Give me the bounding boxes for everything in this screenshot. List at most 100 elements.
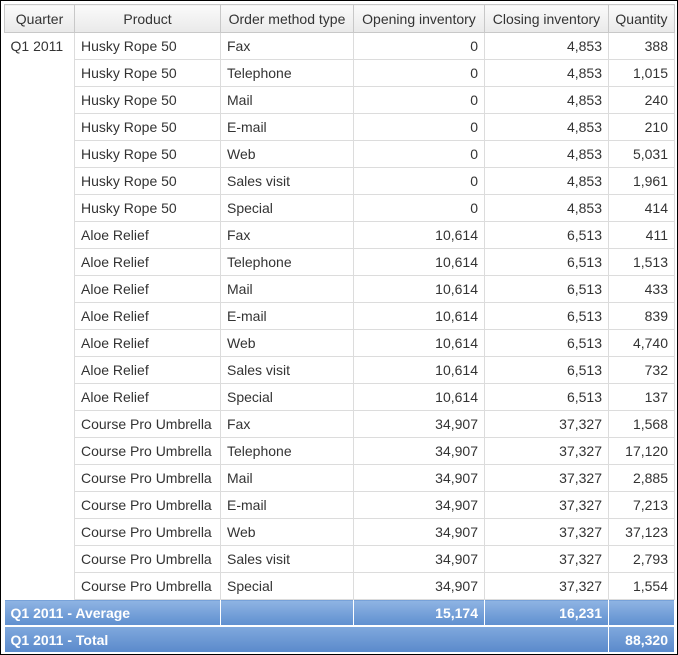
product-cell: Aloe Relief [74, 302, 221, 330]
opening-inventory-cell: 34,907 [353, 464, 485, 492]
closing-inventory-cell: 6,513 [484, 221, 609, 249]
table-row: Husky Rope 50 Telephone 0 4,853 1,015 [5, 59, 675, 87]
table-row: Husky Rope 50 Web 0 4,853 5,031 [5, 140, 675, 168]
table-row: Course Pro Umbrella Fax 34,907 37,327 1,568 [5, 410, 675, 438]
closing-inventory-cell: 6,513 [484, 356, 609, 384]
closing-inventory-cell: 4,853 [484, 167, 609, 195]
quantity-cell: 433 [608, 275, 675, 303]
product-cell: Aloe Relief [74, 275, 221, 303]
order-method-cell: Mail [220, 275, 354, 303]
closing-inventory-cell: 37,327 [484, 464, 609, 492]
opening-inventory-cell: 34,907 [353, 437, 485, 465]
product-cell: Husky Rope 50 [74, 32, 221, 60]
quantity-cell: 1,961 [608, 167, 675, 195]
quantity-cell: 137 [608, 383, 675, 411]
opening-inventory-cell: 34,907 [353, 572, 485, 600]
order-method-cell: Telephone [220, 59, 354, 87]
quantity-cell: 1,554 [608, 572, 675, 600]
header-quantity[interactable]: Quantity [608, 4, 675, 33]
total-row: Q1 2011 - Total 88,320 [4, 626, 675, 654]
table-row: Husky Rope 50 E-mail 0 4,853 210 [5, 113, 675, 141]
closing-inventory-cell: 4,853 [484, 140, 609, 168]
average-opening: 15,174 [353, 599, 485, 627]
quantity-cell: 7,213 [608, 491, 675, 519]
header-closing-inventory[interactable]: Closing inventory [484, 4, 609, 33]
header-product[interactable]: Product [74, 4, 221, 33]
inventory-table: Quarter Product Order method type Openin… [4, 4, 675, 654]
opening-inventory-cell: 0 [353, 32, 485, 60]
product-cell: Husky Rope 50 [74, 59, 221, 87]
opening-inventory-cell: 10,614 [353, 275, 485, 303]
closing-inventory-cell: 4,853 [484, 86, 609, 114]
summary-body: Q1 2011 - Average 15,174 16,231 Q1 2011 … [4, 599, 675, 654]
header-quarter[interactable]: Quarter [4, 4, 75, 33]
order-method-cell: Sales visit [220, 356, 354, 384]
average-label: Q1 2011 - Average [4, 599, 221, 627]
quantity-cell: 411 [608, 221, 675, 249]
opening-inventory-cell: 10,614 [353, 248, 485, 276]
order-method-cell: Web [220, 518, 354, 546]
quantity-cell: 388 [608, 32, 675, 60]
order-method-cell: Special [220, 383, 354, 411]
opening-inventory-cell: 0 [353, 140, 485, 168]
quarter-cell: Q1 2011 [4, 32, 75, 600]
order-method-cell: Mail [220, 86, 354, 114]
product-cell: Aloe Relief [74, 248, 221, 276]
product-cell: Course Pro Umbrella [74, 545, 221, 573]
closing-inventory-cell: 6,513 [484, 275, 609, 303]
quantity-cell: 240 [608, 86, 675, 114]
table-row: Aloe Relief Sales visit 10,614 6,513 732 [5, 356, 675, 384]
table-row: Aloe Relief Mail 10,614 6,513 433 [5, 275, 675, 303]
order-method-cell: Fax [220, 410, 354, 438]
average-product [220, 599, 354, 627]
closing-inventory-cell: 4,853 [484, 59, 609, 87]
opening-inventory-cell: 10,614 [353, 302, 485, 330]
closing-inventory-cell: 6,513 [484, 302, 609, 330]
product-cell: Aloe Relief [74, 329, 221, 357]
product-cell: Husky Rope 50 [74, 113, 221, 141]
order-method-cell: Telephone [220, 437, 354, 465]
table-row: Aloe Relief E-mail 10,614 6,513 839 [5, 302, 675, 330]
table-row: Course Pro Umbrella Sales visit 34,907 37,3… [5, 545, 675, 573]
closing-inventory-cell: 37,327 [484, 518, 609, 546]
quantity-cell: 2,793 [608, 545, 675, 573]
product-cell: Husky Rope 50 [74, 86, 221, 114]
closing-inventory-cell: 6,513 [484, 383, 609, 411]
product-cell: Course Pro Umbrella [74, 572, 221, 600]
opening-inventory-cell: 34,907 [353, 491, 485, 519]
product-cell: Course Pro Umbrella [74, 518, 221, 546]
product-cell: Aloe Relief [74, 356, 221, 384]
product-cell: Aloe Relief [74, 221, 221, 249]
order-method-cell: Mail [220, 464, 354, 492]
table-row: Aloe Relief Telephone 10,614 6,513 1,513 [5, 248, 675, 276]
closing-inventory-cell: 4,853 [484, 32, 609, 60]
order-method-cell: Special [220, 194, 354, 222]
product-cell: Course Pro Umbrella [74, 437, 221, 465]
order-method-cell: Web [220, 329, 354, 357]
quantity-cell: 839 [608, 302, 675, 330]
average-closing: 16,231 [484, 599, 609, 627]
opening-inventory-cell: 0 [353, 167, 485, 195]
quantity-cell: 5,031 [608, 140, 675, 168]
opening-inventory-cell: 0 [353, 59, 485, 87]
opening-inventory-cell: 10,614 [353, 356, 485, 384]
closing-inventory-cell: 37,327 [484, 572, 609, 600]
table-row: Aloe Relief Web 10,614 6,513 4,740 [5, 329, 675, 357]
table-body: Q1 2011 Husky Rope 50 Fax 0 4,853 388 Husky Ro… [4, 32, 675, 600]
order-method-cell: Web [220, 140, 354, 168]
opening-inventory-cell: 34,907 [353, 518, 485, 546]
opening-inventory-cell: 34,907 [353, 545, 485, 573]
order-method-cell: E-mail [220, 113, 354, 141]
closing-inventory-cell: 37,327 [484, 491, 609, 519]
product-cell: Aloe Relief [74, 383, 221, 411]
header-opening-inventory[interactable]: Opening inventory [353, 4, 485, 33]
header-order-method-type[interactable]: Order method type [220, 4, 354, 33]
total-quantity: 88,320 [608, 626, 675, 654]
total-label: Q1 2011 - Total [4, 626, 609, 654]
opening-inventory-cell: 0 [353, 113, 485, 141]
quantity-cell: 414 [608, 194, 675, 222]
order-method-cell: Fax [220, 221, 354, 249]
table-row: Husky Rope 50 Mail 0 4,853 240 [5, 86, 675, 114]
table-row: Husky Rope 50 Sales visit 0 4,853 1,961 [5, 167, 675, 195]
product-cell: Husky Rope 50 [74, 194, 221, 222]
